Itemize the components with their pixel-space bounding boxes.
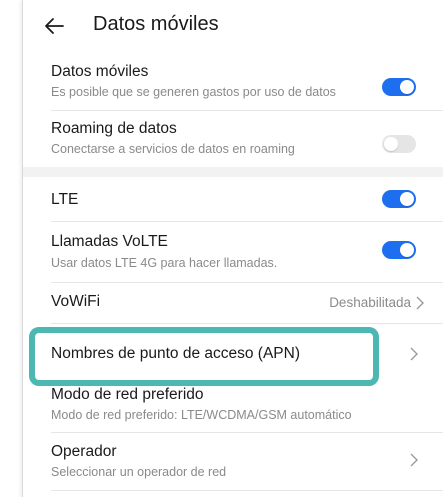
setting-title: VoWiFi <box>51 293 101 310</box>
arrow-left-icon <box>45 18 64 34</box>
toggle-knob <box>400 80 414 94</box>
setting-vowifi[interactable]: VoWiFi Deshabilitada <box>23 283 443 323</box>
setting-title: Modo de red preferido <box>51 386 204 403</box>
chevron-right-icon <box>410 453 418 467</box>
setting-subtitle: Seleccionar un operador de red <box>51 465 227 479</box>
setting-datos-moviles[interactable]: Datos móviles Es posible que se generen … <box>23 54 443 109</box>
header: Datos móviles <box>23 0 443 54</box>
datos-moviles-toggle[interactable] <box>382 78 416 96</box>
divider <box>51 490 443 491</box>
chevron-right-icon <box>416 296 424 310</box>
setting-subtitle: Modo de red preferido: LTE/WCDMA/GSM aut… <box>51 408 352 422</box>
setting-subtitle: Usar datos LTE 4G para hacer llamadas. <box>51 256 278 270</box>
lte-toggle[interactable] <box>382 190 416 208</box>
setting-title: Operador <box>51 443 117 460</box>
setting-title: Nombres de punto de acceso (APN) <box>51 345 300 362</box>
setting-subtitle: Conectarse a servicios de datos en roami… <box>51 142 295 156</box>
setting-title: LTE <box>51 191 79 208</box>
page-title: Datos móviles <box>93 13 219 35</box>
section-gap <box>23 167 443 177</box>
volte-toggle[interactable] <box>382 241 416 259</box>
setting-modo-red[interactable]: Modo de red preferido Modo de red prefer… <box>23 384 443 426</box>
setting-operador[interactable]: Operador Seleccionar un operador de red <box>23 433 443 489</box>
chevron-right-icon <box>410 347 418 361</box>
setting-volte[interactable]: Llamadas VoLTE Usar datos LTE 4G para ha… <box>23 222 443 282</box>
vowifi-value: Deshabilitada <box>329 295 411 310</box>
setting-title: Roaming de datos <box>51 120 177 137</box>
setting-lte[interactable]: LTE <box>23 177 443 221</box>
toggle-knob <box>384 137 398 151</box>
toggle-knob <box>400 192 414 206</box>
setting-title: Llamadas VoLTE <box>51 233 168 250</box>
roaming-toggle[interactable] <box>382 135 416 153</box>
settings-screen: Datos móviles Datos móviles Es posible q… <box>22 0 443 497</box>
setting-title: Datos móviles <box>51 63 149 80</box>
setting-roaming[interactable]: Roaming de datos Conectarse a servicios … <box>23 111 443 165</box>
setting-subtitle: Es posible que se generen gastos por uso… <box>51 85 336 99</box>
toggle-knob <box>400 243 414 257</box>
back-button[interactable] <box>43 14 67 38</box>
setting-apn[interactable]: Nombres de punto de acceso (APN) <box>23 324 443 384</box>
